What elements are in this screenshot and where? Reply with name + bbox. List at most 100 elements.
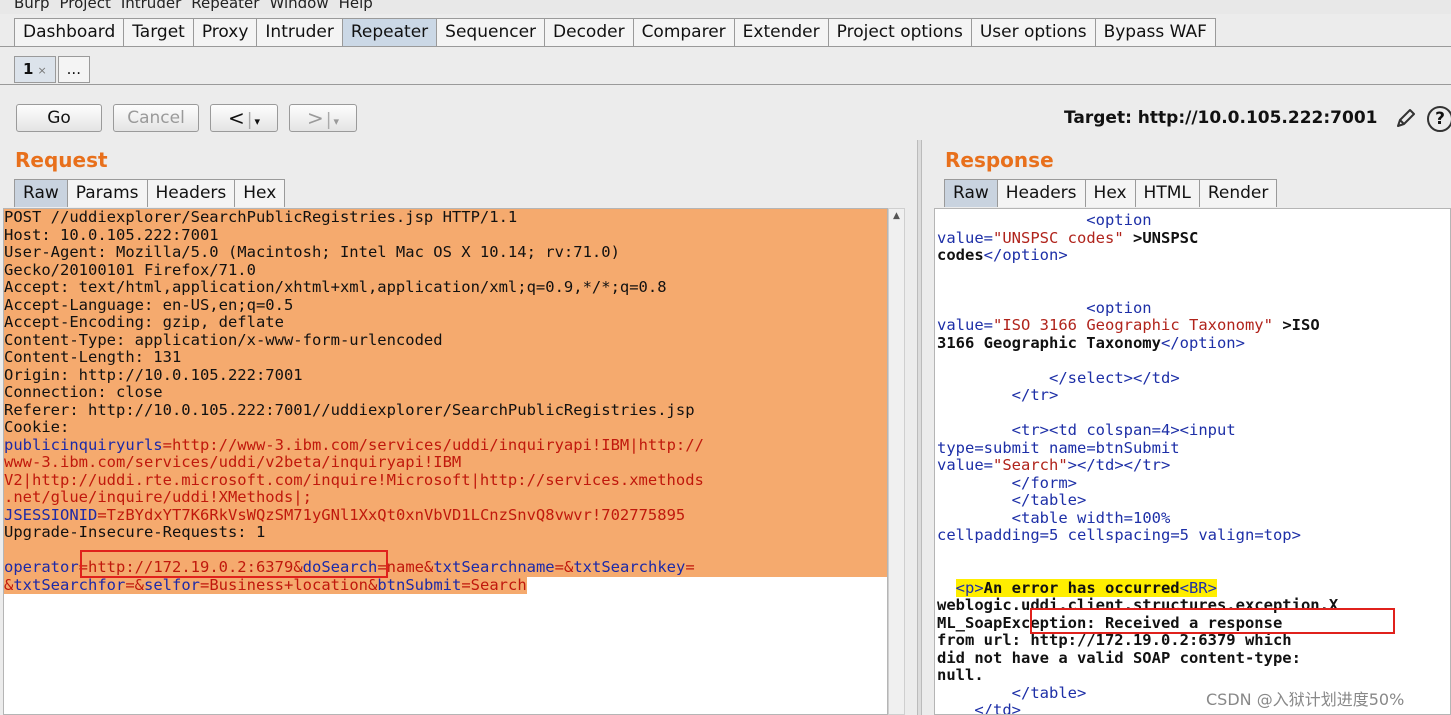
cookie-equals: = [162,435,172,454]
tab-intruder[interactable]: Intruder [256,18,343,46]
request-tab-headers[interactable]: Headers [146,179,236,207]
highlight-box-request [80,550,388,578]
response-token: td [993,701,1012,715]
scroll-up-icon[interactable]: ▲ [889,209,904,223]
tab-repeater[interactable]: Repeater [341,18,438,46]
response-line: <option [937,299,1151,318]
tab-proxy[interactable]: Proxy [192,18,258,46]
response-tab-render[interactable]: Render [1198,179,1278,207]
response-line: <tr><td colspan=4><input [937,421,1236,440]
response-token: "UNSPSC codes" [993,228,1124,247]
sub-tab-divider [0,84,1451,85]
response-line: 3166 Geographic Taxonomy</option> [937,333,1245,353]
param-value: & [4,575,14,594]
response-token: </ [1160,333,1180,352]
tab-bypass-waf[interactable]: Bypass WAF [1094,18,1216,46]
response-token: tr [1021,421,1040,439]
close-icon[interactable]: × [37,64,46,77]
tab-sequencer[interactable]: Sequencer [436,18,546,46]
pane-splitter[interactable] [917,140,922,715]
chevron-down-icon: ▾ [333,115,340,128]
response-line: value="ISO 3166 Geographic Taxonomy" >IS… [937,316,1320,335]
request-line-text: Accept: text/html,application/xhtml+xml,… [4,278,887,297]
request-line-text: publicinquiryurls=http://www-3.ibm.com/s… [4,435,887,454]
response-token: >< [1039,421,1059,439]
request-line-text: Connection: close [4,383,887,402]
tab-dashboard[interactable]: Dashboard [14,18,125,46]
response-tab-headers[interactable]: Headers [996,179,1086,207]
response-token: colspan [1077,421,1152,439]
forward-button[interactable]: > | ▾ [289,104,357,132]
pencil-icon[interactable] [1394,106,1418,130]
request-line-text: www-3.ibm.com/services/uddi/v2beta/inqui… [4,453,887,472]
go-button[interactable]: Go [16,104,102,132]
response-viewer[interactable]: <option value="UNSPSC codes" >UNSPSC codes… [934,208,1451,715]
menu-item-help[interactable]: Help [339,0,373,12]
response-line: type=submit name=btnSubmit [937,438,1180,458]
cookie-value: V2|http://uddi.rte.microsoft.com/inquire… [4,470,704,489]
request-line: publicinquiryurls=http://www-3.ibm.com/s… [4,435,887,454]
response-token: </ [937,368,1068,387]
response-line: </table> [937,491,1087,510]
tab-comparer[interactable]: Comparer [632,18,735,46]
target-label: Target: http://10.0.105.222:7001 [1064,108,1378,128]
response-token: < [937,211,1096,229]
header-text: Accept-Language: en-US,en;q=0.5 [4,295,294,314]
menu-bar: Burp Project Intruder Repeater Window Help [0,0,1451,14]
response-view-tabs: Raw Headers Hex HTML Render [944,179,1278,207]
chevron-down-icon: ▾ [254,115,261,128]
request-tab-raw[interactable]: Raw [14,179,68,207]
response-token: = [983,228,994,247]
param-value: = [685,558,695,576]
sub-tab-1[interactable]: 1 × [14,56,56,83]
response-token: ></ [1114,456,1143,474]
response-token: > [1049,386,1059,404]
response-line: codes</option> [937,246,1068,265]
response-token: 3166 Geographic Taxonomy [937,333,1161,352]
response-token: An error has occurred [983,578,1180,597]
chevron-right-icon: > [306,106,324,130]
request-line-text: Accept-Encoding: gzip, deflate [4,313,887,332]
response-token: </ [937,473,1031,492]
response-tab-hex[interactable]: Hex [1084,179,1136,207]
response-tab-html[interactable]: HTML [1134,179,1200,207]
tab-extender[interactable]: Extender [733,18,829,46]
param-value: =& [554,558,574,576]
response-token: null. [937,666,984,684]
response-token: table [1030,683,1077,702]
response-token: =btnSubmit [1086,438,1180,457]
menu-item-window[interactable]: Window [269,0,328,12]
response-tab-raw[interactable]: Raw [944,179,998,207]
request-line-text: &txtSearchfor=&selfor=Business+location&… [4,575,527,594]
cookie-value: TzBYdxYT7K6RkVsWQzSM71yGNl1XxQt0xnVbVD1L… [106,505,686,524]
sub-tab-more[interactable]: ... [57,56,90,83]
header-text: Accept: text/html,application/xhtml+xml,… [4,278,667,296]
request-scrollbar[interactable]: ▲ [888,208,905,715]
tab-decoder[interactable]: Decoder [544,18,634,46]
param-name: txtSearchname [433,558,555,576]
request-tab-hex[interactable]: Hex [234,179,286,207]
highlight-box-response [1030,608,1395,634]
watermark: CSDN @入狱计划进度50% [1206,690,1405,709]
menu-item-burp[interactable]: Burp [14,0,50,12]
param-name: txtSearchkey [573,558,686,576]
tab-user-options[interactable]: User options [970,18,1096,46]
response-token: ></ [1067,456,1096,474]
back-button[interactable]: < | ▾ [210,104,278,132]
request-tab-params[interactable]: Params [66,179,148,207]
menu-item-project[interactable]: Project [60,0,111,12]
request-line: Host: 10.0.105.222:7001 [4,226,887,244]
main-tab-bar: Dashboard Target Proxy Intruder Repeater Sequ… [14,18,1216,46]
tab-project-options[interactable]: Project options [827,18,972,46]
response-token: td [1058,421,1078,439]
menu-item-intruder[interactable]: Intruder [121,0,181,12]
response-token: > [1067,473,1077,492]
request-editor[interactable]: POST //uddiexplorer/SearchPublicRegistri… [3,208,888,715]
param-name: selfor [144,575,200,594]
tab-target[interactable]: Target [123,18,194,46]
menu-item-repeater[interactable]: Repeater [191,0,259,12]
help-icon[interactable]: ? [1427,106,1451,132]
cancel-button[interactable]: Cancel [113,104,199,132]
response-line: <table width=100% [937,509,1171,528]
response-token: option [1179,333,1236,352]
